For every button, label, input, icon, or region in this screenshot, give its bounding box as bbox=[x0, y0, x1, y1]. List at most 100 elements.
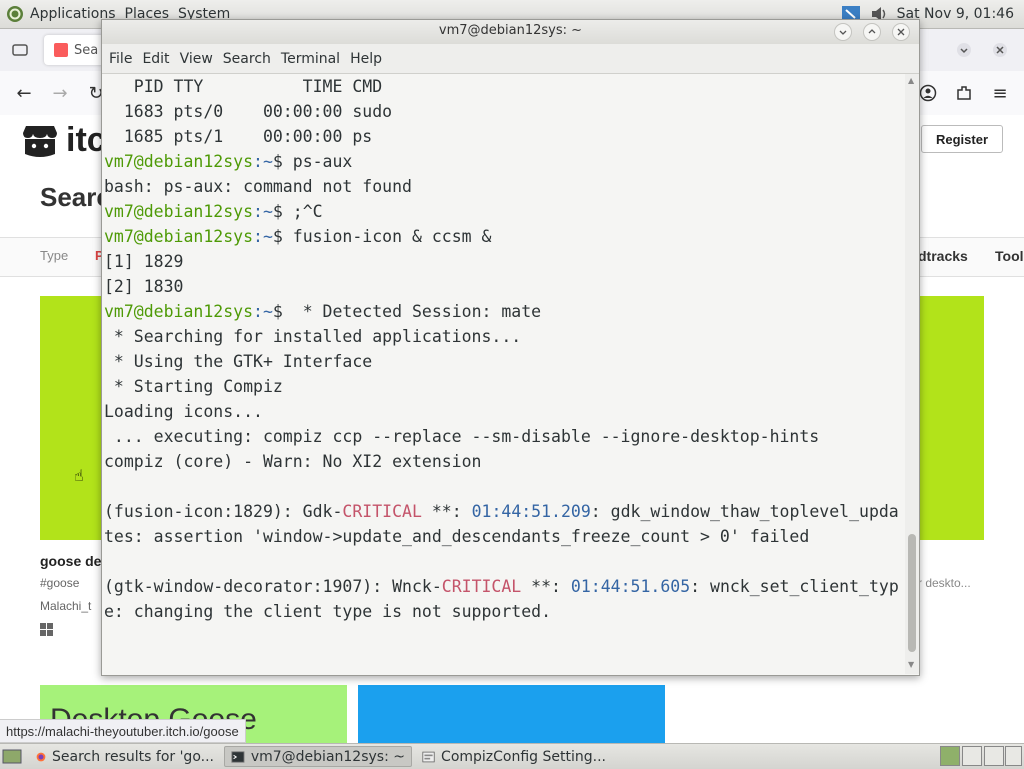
scroll-down-icon[interactable]: ▼ bbox=[908, 660, 914, 669]
log-timestamp: 01:44:51.605 bbox=[570, 577, 691, 596]
line-text: 1683 pts/0 00:00:00 sudo bbox=[104, 102, 393, 121]
firefox-view-icon[interactable] bbox=[8, 38, 32, 62]
game-title[interactable]: goose de bbox=[40, 553, 101, 569]
menu-edit[interactable]: Edit bbox=[142, 51, 169, 67]
task-terminal[interactable]: vm7@debian12sys: ~ bbox=[224, 746, 412, 767]
maximize-button[interactable] bbox=[863, 23, 881, 41]
forward-icon[interactable]: → bbox=[48, 81, 72, 105]
terminal-line: Loading icons... bbox=[102, 399, 905, 424]
itch-logo[interactable]: itc bbox=[22, 121, 106, 160]
terminal-scrollbar[interactable]: ▲ ▼ bbox=[905, 74, 919, 674]
prompt-path: :~ bbox=[253, 152, 273, 171]
prompt-command: $ ps-aux bbox=[272, 152, 353, 171]
terminal-line: tes: assertion 'window->update_and_desce… bbox=[102, 524, 905, 549]
minimize-button[interactable] bbox=[834, 23, 852, 41]
scrollbar-thumb[interactable] bbox=[908, 534, 916, 652]
link-status-bar: https://malachi-theyoutuber.itch.io/goos… bbox=[0, 719, 246, 743]
bottom-panel: Search results for 'go... vm7@debian12sy… bbox=[0, 743, 1024, 769]
mate-logo-icon[interactable] bbox=[6, 5, 24, 23]
menu-search[interactable]: Search bbox=[223, 51, 271, 67]
minimize-icon bbox=[839, 30, 847, 35]
show-desktop-button[interactable] bbox=[2, 746, 26, 767]
list-all-tabs-icon[interactable] bbox=[952, 38, 976, 62]
log-separator: **: bbox=[521, 577, 571, 596]
maximize-icon bbox=[868, 29, 876, 34]
menu-file[interactable]: File bbox=[109, 51, 132, 67]
close-icon bbox=[897, 28, 905, 36]
menu-view[interactable]: View bbox=[180, 51, 213, 67]
filter-type-label: Type bbox=[40, 248, 69, 263]
terminal-line: 1683 pts/0 00:00:00 sudo bbox=[102, 99, 905, 124]
terminal-window[interactable]: vm7@debian12sys: ~ File Edit View Search… bbox=[101, 19, 920, 676]
log-level: CRITICAL bbox=[441, 577, 522, 596]
line-text: bash: ps-aux: command not found bbox=[104, 177, 412, 196]
log-message: : wnck_set_client_typ bbox=[690, 577, 899, 596]
prompt-path: :~ bbox=[253, 227, 273, 246]
log-separator: **: bbox=[421, 502, 472, 521]
prompt-path: :~ bbox=[253, 302, 273, 321]
line-text: ... executing: compiz ccp --replace --sm… bbox=[104, 427, 820, 446]
menu-terminal[interactable]: Terminal bbox=[281, 51, 340, 67]
line-text: [2] 1830 bbox=[104, 277, 184, 296]
line-text: 1685 pts/1 00:00:00 ps bbox=[104, 127, 373, 146]
task-label: CompizConfig Setting... bbox=[441, 748, 606, 765]
log-source: (fusion-icon:1829): Gdk- bbox=[104, 502, 343, 521]
workspace-4[interactable] bbox=[1005, 746, 1022, 766]
browser-tab[interactable]: Sea bbox=[44, 35, 108, 65]
close-button[interactable] bbox=[892, 23, 910, 41]
firefox-icon bbox=[36, 752, 46, 761]
terminal-line: * Using the GTK+ Interface bbox=[102, 349, 905, 374]
back-icon[interactable]: ← bbox=[12, 81, 36, 105]
terminal-line: 1685 pts/1 00:00:00 ps bbox=[102, 124, 905, 149]
line-text: e: changing the client type is not suppo… bbox=[104, 602, 552, 621]
terminal-line: vm7@debian12sys:~$ fusion-icon & ccsm & bbox=[102, 224, 905, 249]
terminal-line: compiz (core) - Warn: No XI2 extension bbox=[102, 449, 905, 474]
terminal-line: [1] 1829 bbox=[102, 249, 905, 274]
prompt-user: vm7@debian12sys bbox=[104, 302, 254, 321]
prompt-command: $ * Detected Session: mate bbox=[272, 302, 542, 321]
terminal-line: vm7@debian12sys:~$ ;^C bbox=[102, 199, 905, 224]
line-text: * Searching for installed applications..… bbox=[104, 327, 522, 346]
game-author[interactable]: Malachi_t bbox=[40, 599, 91, 613]
task-ccsm[interactable]: CompizConfig Setting... bbox=[416, 746, 612, 767]
nav-tools[interactable]: Tool bbox=[995, 248, 1024, 264]
register-button[interactable]: Register bbox=[921, 125, 1003, 153]
line-text: PID TTY TIME CMD bbox=[104, 77, 383, 96]
close-window-icon[interactable] bbox=[988, 38, 1012, 62]
menu-icon[interactable]: ≡ bbox=[988, 81, 1012, 105]
game-description: r deskto... bbox=[918, 576, 971, 590]
terminal-line: ... executing: compiz ccp --replace --sm… bbox=[102, 424, 905, 449]
scroll-up-icon[interactable]: ▲ bbox=[908, 76, 914, 85]
logo-text: itc bbox=[66, 121, 106, 159]
log-message: : gdk_window_thaw_toplevel_upda bbox=[590, 502, 899, 521]
show-desktop-icon bbox=[2, 749, 22, 763]
terminal-line: e: changing the client type is not suppo… bbox=[102, 599, 905, 624]
terminal-line: PID TTY TIME CMD bbox=[102, 74, 905, 99]
hand-cursor-icon: ☝ bbox=[74, 466, 84, 485]
line-text: Loading icons... bbox=[104, 402, 263, 421]
workspace-3[interactable] bbox=[984, 746, 1004, 766]
game-tag[interactable]: #goose bbox=[40, 576, 79, 590]
terminal-line: * Starting Compiz bbox=[102, 374, 905, 399]
menu-help[interactable]: Help bbox=[350, 51, 382, 67]
line-text: [1] 1829 bbox=[104, 252, 184, 271]
prompt-command: $ fusion-icon & ccsm & bbox=[272, 227, 492, 246]
compiz-config-icon bbox=[422, 751, 435, 762]
nav-soundtracks[interactable]: dtracks bbox=[918, 248, 968, 264]
terminal-icon bbox=[231, 750, 245, 763]
workspace-2[interactable] bbox=[962, 746, 982, 766]
game-thumbnail-3[interactable] bbox=[358, 685, 665, 745]
prompt-user: vm7@debian12sys bbox=[104, 152, 254, 171]
extensions-icon[interactable] bbox=[952, 81, 976, 105]
terminal-menubar: File Edit View Search Terminal Help bbox=[102, 44, 919, 74]
terminal-titlebar[interactable]: vm7@debian12sys: ~ bbox=[102, 20, 919, 44]
task-firefox[interactable]: Search results for 'go... bbox=[30, 746, 220, 767]
windows-platform-icon bbox=[40, 623, 53, 636]
log-timestamp: 01:44:51.209 bbox=[471, 502, 591, 521]
terminal-output[interactable]: PID TTY TIME CMD 1683 pts/0 00:00:00 sud… bbox=[102, 74, 905, 674]
workspace-1[interactable] bbox=[940, 746, 960, 766]
itch-logo-icon bbox=[23, 125, 57, 157]
line-text: * Starting Compiz bbox=[104, 377, 283, 396]
